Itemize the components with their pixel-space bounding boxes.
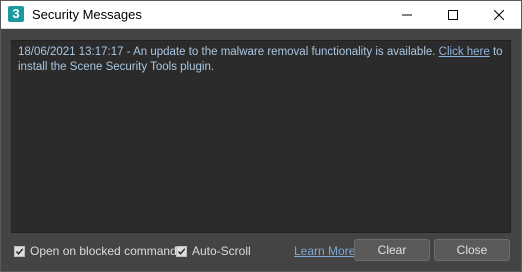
- footer-bar: Open on blocked commands Auto-Scroll Lea…: [1, 237, 521, 265]
- minimize-button[interactable]: [384, 1, 430, 28]
- auto-scroll-label: Auto-Scroll: [192, 244, 251, 258]
- minimize-icon: [402, 14, 412, 15]
- maximize-icon: [448, 9, 458, 20]
- open-on-blocked-checkbox[interactable]: Open on blocked commands: [14, 244, 183, 258]
- checkmark-icon: [15, 247, 24, 255]
- auto-scroll-checkbox[interactable]: Auto-Scroll: [176, 244, 251, 258]
- app-logo-icon: 3: [8, 6, 24, 22]
- close-icon: [494, 9, 504, 20]
- title-bar[interactable]: 3 Security Messages: [1, 1, 521, 29]
- open-on-blocked-label: Open on blocked commands: [30, 244, 183, 258]
- message-text: 18/06/2021 13:17:17 - An update to the m…: [18, 46, 439, 58]
- window-title: Security Messages: [32, 7, 142, 22]
- checkbox-box[interactable]: [176, 245, 187, 257]
- click-here-link[interactable]: Click here: [439, 46, 490, 58]
- checkmark-icon: [177, 247, 186, 255]
- close-button[interactable]: Close: [434, 239, 510, 261]
- security-messages-window: 3 Security Messages 18/06/2021 13:17:17 …: [0, 0, 522, 272]
- window-close-button[interactable]: [476, 1, 522, 28]
- clear-button[interactable]: Clear: [354, 239, 430, 261]
- checkbox-box[interactable]: [14, 245, 25, 257]
- learn-more-link[interactable]: Learn More: [294, 244, 355, 258]
- maximize-button[interactable]: [430, 1, 476, 28]
- message-log[interactable]: 18/06/2021 13:17:17 - An update to the m…: [11, 40, 511, 233]
